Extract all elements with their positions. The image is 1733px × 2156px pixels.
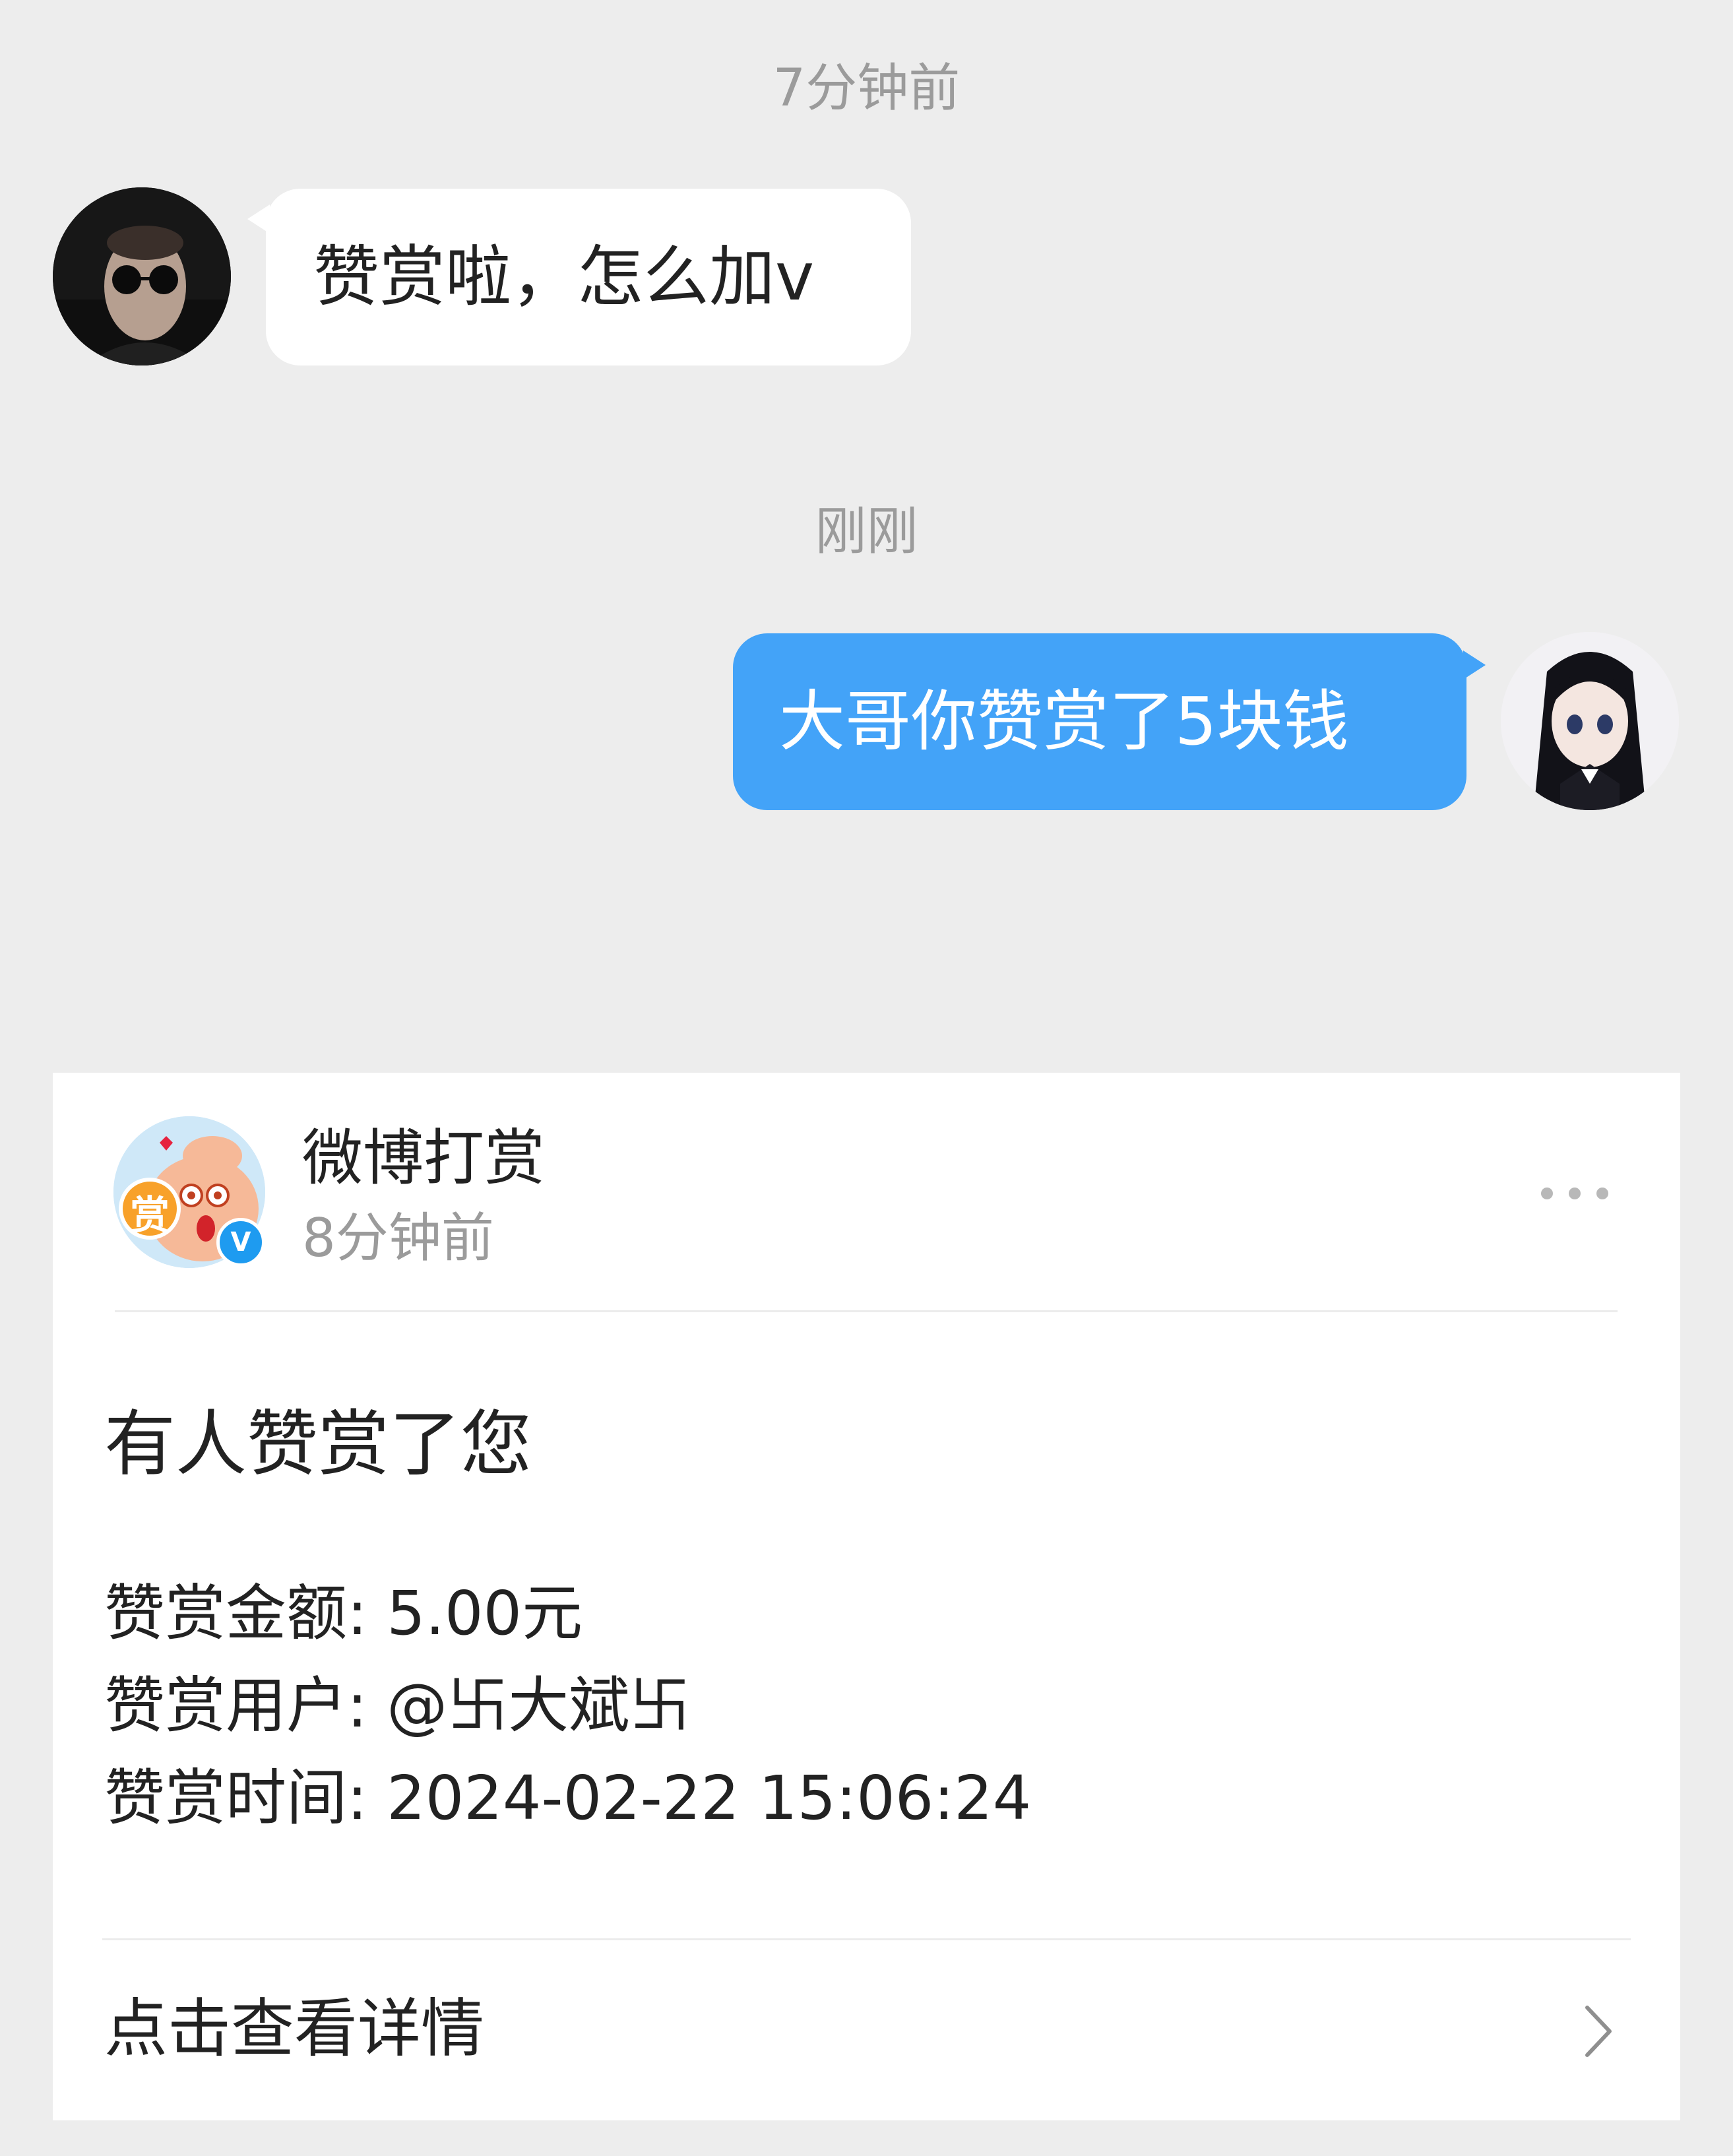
bubble-tail	[1463, 650, 1486, 680]
chevron-right-icon	[1585, 2006, 1612, 2057]
view-details-row[interactable]: 点击查看详情	[53, 1940, 1680, 2120]
reward-notification-card[interactable]: 赏 V 微博打赏 8分钟前 有人赞赏了您 赞赏金额: 5.00元 赞赏用户: @…	[53, 1073, 1680, 2120]
detail-user[interactable]: 赞赏用户: @卐大斌卐	[104, 1660, 690, 1752]
divider	[115, 1310, 1618, 1312]
message-bubble-incoming[interactable]: 赞赏啦，怎么加v	[266, 189, 911, 365]
card-title: 有人赞赏了您	[104, 1403, 532, 1486]
my-avatar[interactable]	[1501, 632, 1679, 810]
verified-icon: V	[216, 1218, 265, 1267]
detail-amount: 赞赏金额: 5.00元	[104, 1578, 583, 1649]
sender-name[interactable]: 微博打赏	[302, 1119, 545, 1198]
contact-avatar[interactable]	[53, 187, 231, 365]
timestamp: 7分钟前	[772, 59, 961, 118]
detail-time: 赞赏时间: 2024-02-22 15:06:24	[104, 1763, 1032, 1833]
more-options-icon[interactable]	[1541, 1188, 1608, 1199]
reward-badge-label: 赏	[130, 1193, 170, 1239]
view-details-label: 点击查看详情	[104, 1992, 484, 2066]
sender-time: 8分钟前	[302, 1207, 494, 1269]
timestamp: 刚刚	[815, 502, 918, 561]
message-bubble-outgoing[interactable]: 大哥你赞赏了5块钱	[733, 633, 1466, 810]
